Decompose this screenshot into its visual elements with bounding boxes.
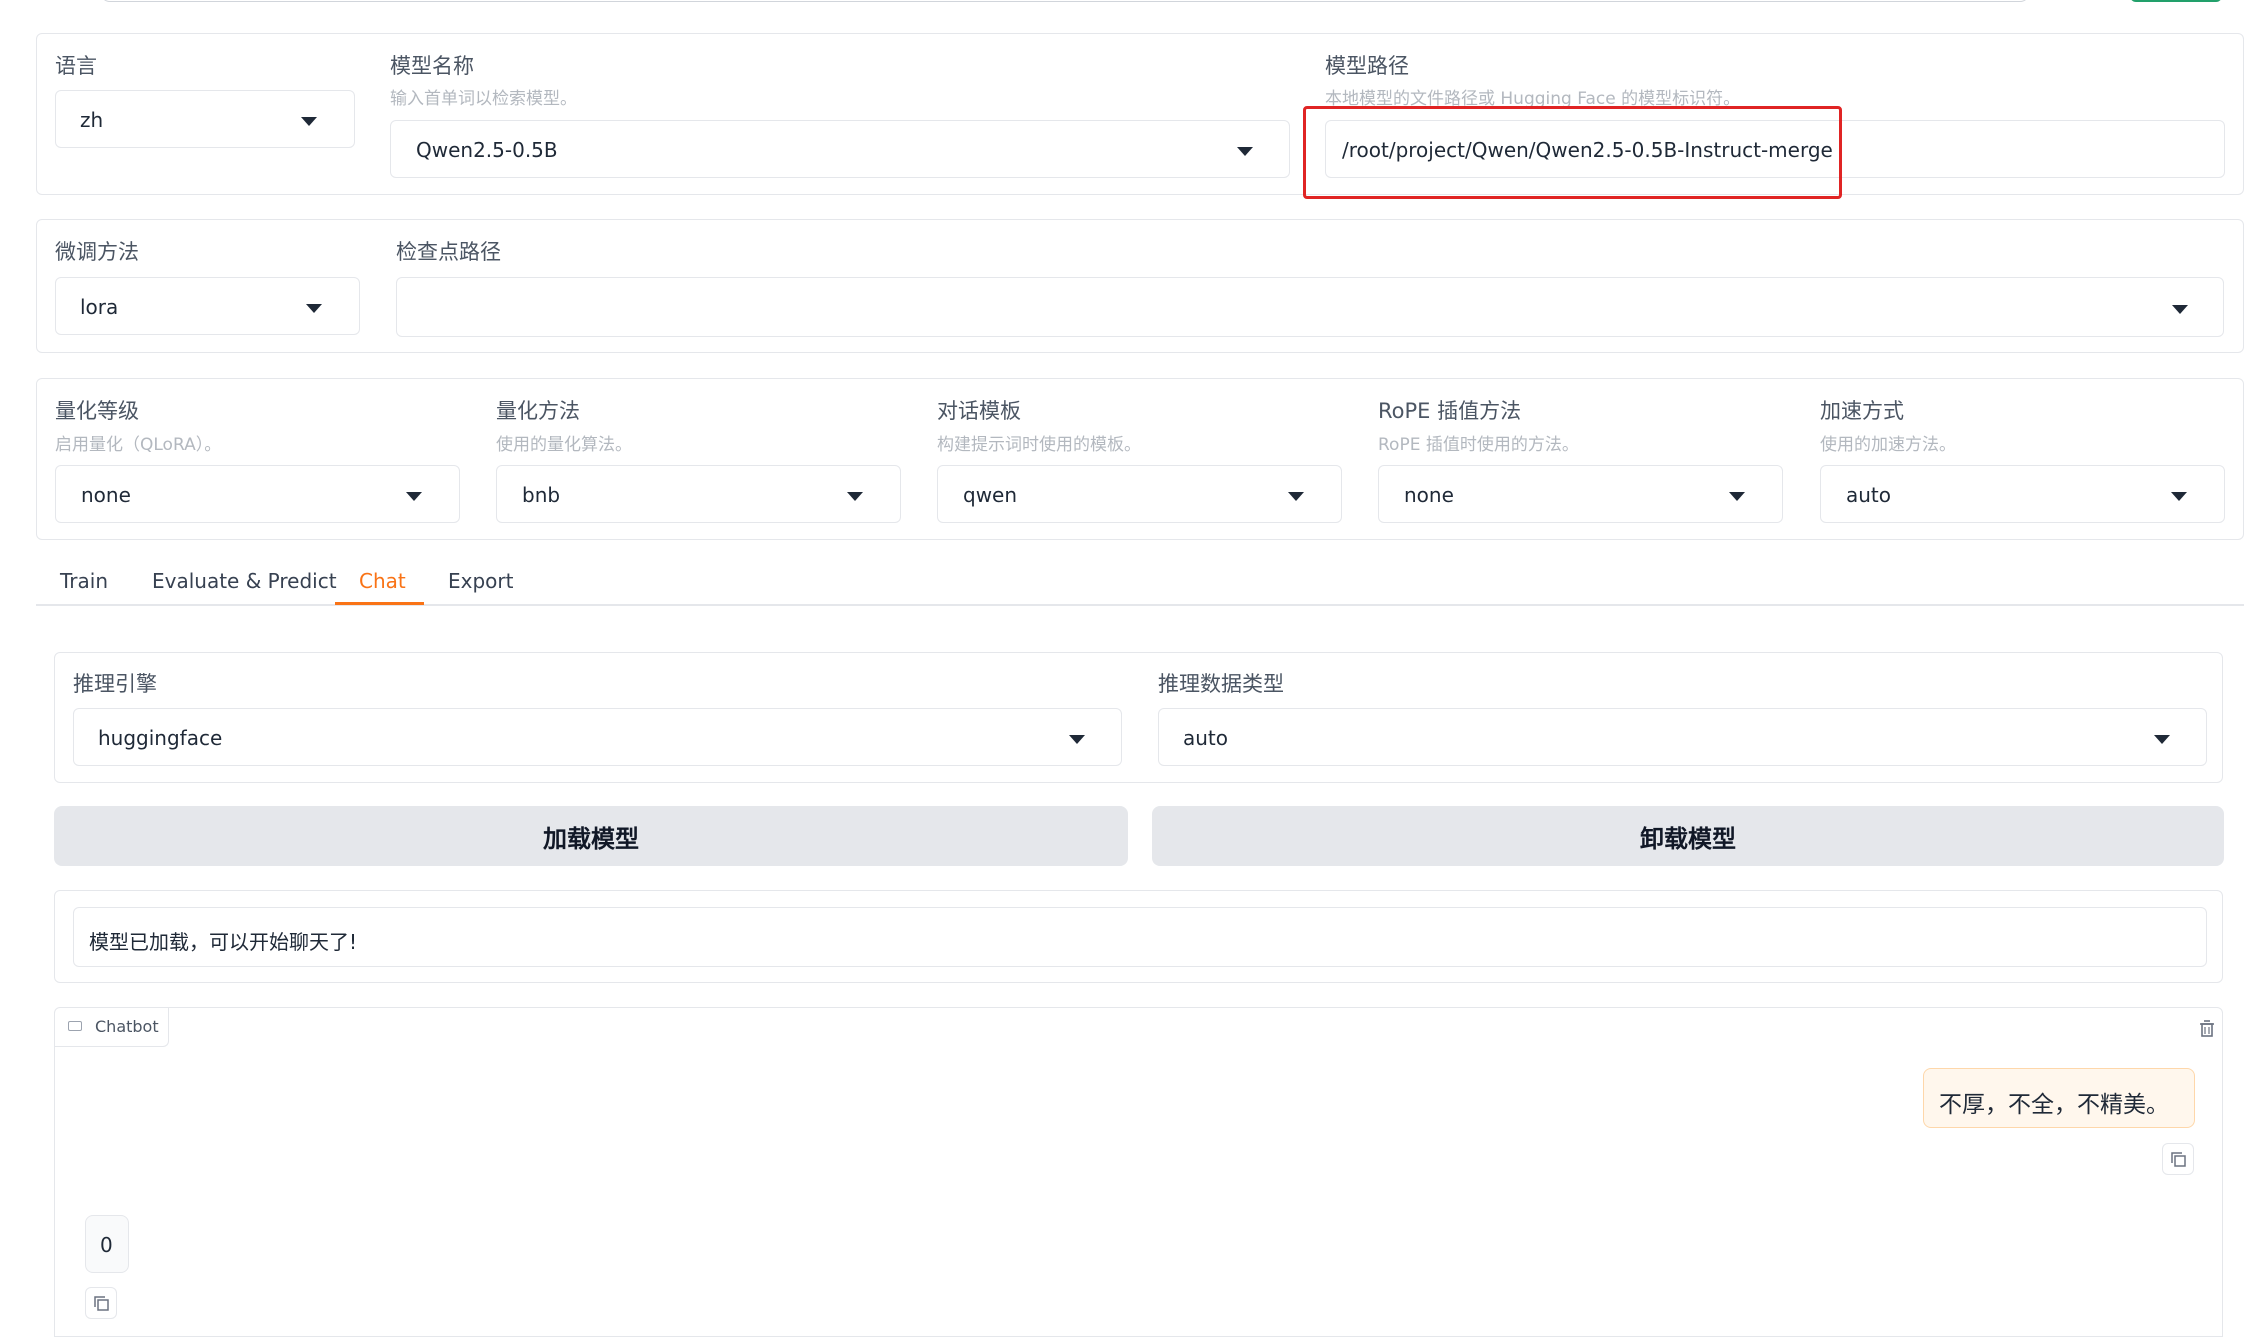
finetune-method-label: 微调方法	[55, 240, 139, 264]
finetune-method-value: lora	[80, 295, 119, 319]
chevron-down-icon	[306, 304, 322, 313]
template-value: qwen	[963, 483, 1018, 507]
booster-hint: 使用的加速方法。	[1820, 435, 1956, 455]
active-tab-underline	[335, 602, 424, 605]
booster-label: 加速方式	[1820, 399, 1904, 423]
infer-dtype-select[interactable]: auto	[1158, 708, 2207, 766]
model-name-select[interactable]: Qwen2.5-0.5B	[390, 120, 1290, 178]
chatbot-panel	[54, 1007, 2223, 1337]
booster-value: auto	[1846, 483, 1892, 507]
tab-train[interactable]: Train	[60, 569, 108, 593]
quant-method-value: bnb	[522, 483, 561, 507]
tab-chat[interactable]: Chat	[359, 569, 406, 593]
info-textbox[interactable]: 模型已加载，可以开始聊天了!	[73, 907, 2207, 967]
quant-bit-hint: 启用量化（QLoRA）。	[55, 435, 222, 455]
chevron-down-icon	[406, 492, 422, 501]
quant-method-hint: 使用的量化算法。	[496, 435, 632, 455]
unload-model-button[interactable]: 卸载模型	[1152, 806, 2224, 866]
rope-scaling-label: RoPE 插值方法	[1378, 399, 1522, 423]
top-green-button-remnant[interactable]	[2130, 0, 2222, 2]
model-name-label: 模型名称	[390, 54, 474, 78]
top-bar-remnant	[100, 0, 2030, 2]
checkpoint-path-select[interactable]	[396, 277, 2224, 337]
user-message-bubble: 不厚，不全，不精美。	[1923, 1068, 2195, 1128]
chevron-down-icon	[1237, 147, 1253, 156]
infer-backend-label: 推理引擎	[73, 672, 157, 696]
info-text: 模型已加载，可以开始聊天了!	[89, 930, 358, 954]
rope-scaling-value: none	[1404, 483, 1454, 507]
booster-select[interactable]: auto	[1820, 465, 2225, 523]
chevron-down-icon	[847, 492, 863, 501]
chevron-down-icon	[2172, 305, 2188, 314]
language-value: zh	[80, 108, 104, 132]
quant-bit-value: none	[81, 483, 131, 507]
bot-message-text: 0	[100, 1233, 113, 1257]
model-name-value: Qwen2.5-0.5B	[416, 138, 558, 162]
chatbot-label-tag: Chatbot	[54, 1007, 169, 1047]
chat-icon	[68, 1021, 82, 1031]
chevron-down-icon	[1729, 492, 1745, 501]
language-select[interactable]: zh	[55, 90, 355, 148]
chevron-down-icon	[1069, 735, 1085, 744]
template-hint: 构建提示词时使用的模板。	[937, 435, 1141, 455]
trash-icon[interactable]	[2192, 1014, 2222, 1044]
finetune-method-select[interactable]: lora	[55, 277, 360, 335]
infer-dtype-value: auto	[1183, 726, 1229, 750]
checkpoint-path-label: 检查点路径	[396, 240, 501, 264]
chevron-down-icon	[1288, 492, 1304, 501]
quant-bit-select[interactable]: none	[55, 465, 460, 523]
copy-icon[interactable]	[2162, 1143, 2194, 1175]
chatbot-label: Chatbot	[95, 1017, 159, 1036]
tab-export[interactable]: Export	[448, 569, 513, 593]
rope-scaling-select[interactable]: none	[1378, 465, 1783, 523]
quant-bit-label: 量化等级	[55, 399, 139, 423]
language-label: 语言	[55, 54, 97, 78]
quant-method-label: 量化方法	[496, 399, 580, 423]
model-name-hint: 输入首单词以检索模型。	[390, 89, 577, 109]
quant-method-select[interactable]: bnb	[496, 465, 901, 523]
infer-backend-value: huggingface	[98, 726, 223, 750]
model-path-label: 模型路径	[1325, 54, 1409, 78]
bot-message-bubble: 0	[85, 1215, 129, 1273]
template-label: 对话模板	[937, 399, 1021, 423]
chevron-down-icon	[2154, 735, 2170, 744]
infer-backend-select[interactable]: huggingface	[73, 708, 1122, 766]
load-model-button[interactable]: 加载模型	[54, 806, 1128, 866]
rope-scaling-hint: RoPE 插值时使用的方法。	[1378, 435, 1579, 455]
copy-icon[interactable]	[85, 1287, 117, 1319]
chevron-down-icon	[301, 117, 317, 126]
user-message-text: 不厚，不全，不精美。	[1939, 1092, 2169, 1118]
template-select[interactable]: qwen	[937, 465, 1342, 523]
infer-dtype-label: 推理数据类型	[1158, 672, 1284, 696]
chevron-down-icon	[2171, 492, 2187, 501]
tab-evaluate-predict[interactable]: Evaluate & Predict	[152, 569, 337, 593]
model-path-highlight-box	[1303, 106, 1842, 199]
